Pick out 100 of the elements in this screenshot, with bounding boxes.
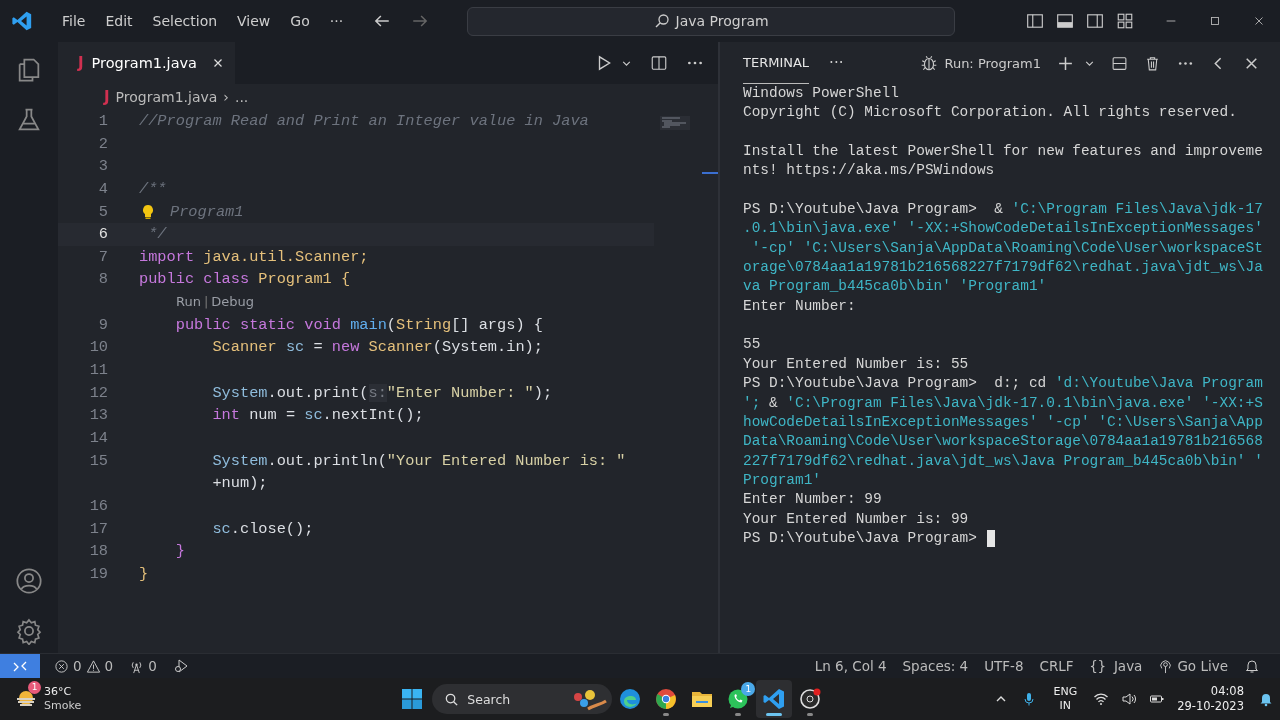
maximize-icon[interactable] xyxy=(1208,14,1222,28)
terminal-line: va Program_b445ca0b\bin' 'Program1' xyxy=(743,277,1047,297)
terminal-line: '-cp' 'C:\Users\Sanja\AppData\Roaming\Code\User\workspaceSt xyxy=(750,238,1263,258)
speaker-icon[interactable] xyxy=(1121,691,1138,707)
lightbulb-icon[interactable] xyxy=(142,203,154,220)
run-debug-icon[interactable] xyxy=(172,658,189,674)
go-live-button[interactable]: Go Live xyxy=(1150,658,1236,674)
code-line: import java.util.Scanner; xyxy=(139,246,369,268)
terminal-tab[interactable]: TERMINAL xyxy=(743,42,810,84)
status-item[interactable]: Ln 6, Col 4 xyxy=(806,658,895,674)
terminal-line: Install the latest PowerShell for new features and improveme xyxy=(743,142,1263,162)
menu-item[interactable]: File xyxy=(52,13,96,29)
java-file-icon: J xyxy=(104,88,110,106)
bell-icon[interactable] xyxy=(1244,658,1260,674)
sidebar-toggle-icon[interactable] xyxy=(1026,12,1044,30)
plus-icon[interactable] xyxy=(1057,54,1074,72)
line-number: 10 xyxy=(88,337,108,359)
search-icon xyxy=(444,691,460,707)
minimap-drawing xyxy=(660,116,690,130)
terminal-line: PS D:\Youtube\Java Program> d:; cd 'd:\Youtube\Java Program xyxy=(743,374,1263,394)
code-line: //Program Read and Print an Integer value in Java xyxy=(139,111,589,132)
more-menu[interactable]: ··· xyxy=(319,13,354,29)
status-item[interactable]: CRLF xyxy=(1031,658,1082,674)
code-line: System.out.println("Your Entered Number is: " xyxy=(211,450,626,472)
terminal-line: Enter Number: xyxy=(743,296,856,316)
temperature: 36°C xyxy=(44,685,73,699)
notification-bell-icon[interactable] xyxy=(1258,691,1274,707)
clock[interactable]: 04:08 29-10-2023 xyxy=(1177,684,1244,714)
terminal-line: howCodeDetailsInExceptionMessages' '-cp' 'C:\Users\Sanja\App xyxy=(743,412,1263,432)
breadcrumb-separator: › xyxy=(223,89,229,105)
terminal-line: Enter Number: 99 xyxy=(743,490,882,510)
code-line: } xyxy=(174,541,185,563)
terminal-selector[interactable]: Run: Program1 xyxy=(920,54,1041,72)
code-line: public static void main(String[] args) { xyxy=(174,314,543,336)
taskbar-search[interactable]: Search xyxy=(432,684,613,714)
run-codelens-link[interactable]: Run xyxy=(176,291,201,314)
terminal-line: Program1' xyxy=(743,470,821,490)
code-line: */ xyxy=(147,224,167,246)
terminal-line: 227f7179df62\redhat.java\jdt_ws\Java Program_b445ca0b\bin' ' xyxy=(743,451,1263,471)
trash-icon[interactable] xyxy=(1144,54,1161,72)
more-menu[interactable]: ··· xyxy=(829,54,844,72)
input-language[interactable]: ENG IN xyxy=(1053,685,1078,713)
code-line: sc.close(); xyxy=(211,518,314,540)
terminal-line: Your Entered Number is: 99 xyxy=(743,509,969,529)
menu-item[interactable]: Go xyxy=(280,13,320,29)
line-number: 2 xyxy=(97,133,108,155)
account-icon[interactable] xyxy=(15,567,43,595)
language-mode[interactable]: {} Java xyxy=(1081,658,1151,674)
wifi-icon[interactable] xyxy=(1093,691,1110,707)
line-number: 19 xyxy=(88,563,108,585)
terminal-line: nts! https://aka.ms/PSWindows xyxy=(743,161,995,181)
status-item[interactable]: UTF-8 xyxy=(976,658,1032,674)
debug-codelens-link[interactable]: Debug xyxy=(211,291,255,314)
code-line: public class Program1 { xyxy=(139,269,351,291)
split-terminal-icon[interactable] xyxy=(1111,54,1128,72)
windows-start-icon[interactable] xyxy=(400,687,425,711)
menu-item[interactable]: View xyxy=(227,13,281,29)
terminal-line: PS D:\Youtube\Java Program> & 'C:\Program Files\Java\jdk-17 xyxy=(743,200,1263,220)
code-editor-logo-icon xyxy=(762,687,787,711)
settings-icon[interactable] xyxy=(15,617,43,645)
terminal-line: PS D:\Youtube\Java Program> xyxy=(743,528,978,548)
menu-item[interactable]: Edit xyxy=(95,13,143,29)
split-editor-icon[interactable] xyxy=(650,54,668,72)
line-number: 7 xyxy=(97,246,108,268)
codelens-separator: | xyxy=(203,293,209,312)
line-number: 4 xyxy=(97,178,108,200)
ports-status[interactable]: 0 xyxy=(121,658,165,674)
code-line: Scanner sc = new Scanner(System.in); xyxy=(211,337,543,359)
record-icon xyxy=(798,687,823,711)
code-line: int num = sc.nextInt(); xyxy=(211,405,424,427)
breadcrumb-item[interactable]: Program1.java xyxy=(115,89,218,105)
layout-icon[interactable] xyxy=(1116,12,1134,30)
error-icon xyxy=(54,658,69,674)
remote-button[interactable] xyxy=(0,653,40,679)
browser-circle-icon xyxy=(654,687,679,711)
line-number: 3 xyxy=(97,156,108,178)
code-line: +num); xyxy=(211,473,268,495)
terminal-line: 55 xyxy=(743,335,761,355)
command-center-search[interactable]: Java Program xyxy=(467,6,956,36)
secondary-sidebar-icon[interactable] xyxy=(1086,12,1104,30)
menu-item[interactable]: Selection xyxy=(142,13,228,29)
browser-wave-icon xyxy=(618,687,643,711)
terminal-line: Windows PowerShell xyxy=(743,84,899,103)
broadcast-icon xyxy=(1158,658,1174,674)
line-number: 5 xyxy=(97,201,108,223)
line-number: 8 xyxy=(97,269,108,291)
terminal-line: Data\Roaming\Code\User\workspaceStorage\0784aa1a19781b216568 xyxy=(743,432,1263,452)
code-line: System.out.print(s:"Enter Number: "); xyxy=(211,382,553,404)
panel-toggle-icon[interactable] xyxy=(1056,12,1074,30)
line-number: 12 xyxy=(88,382,108,404)
terminal-line: '; & 'C:\Program Files\Java\jdk-17.0.1\bin\java.exe' '-XX:+S xyxy=(743,393,1263,413)
editor-tab[interactable]: J Program1.java xyxy=(58,42,235,84)
weather-condition: Smoke xyxy=(44,699,82,713)
taskbar-app[interactable] xyxy=(756,680,793,718)
line-number: 13 xyxy=(88,405,108,427)
line-number: 16 xyxy=(88,495,108,517)
code-line: /** xyxy=(139,178,167,200)
breadcrumb-item[interactable]: ... xyxy=(234,89,249,105)
status-item[interactable]: Spaces: 4 xyxy=(894,658,977,674)
problems-status[interactable]: 0 0 xyxy=(46,658,122,674)
